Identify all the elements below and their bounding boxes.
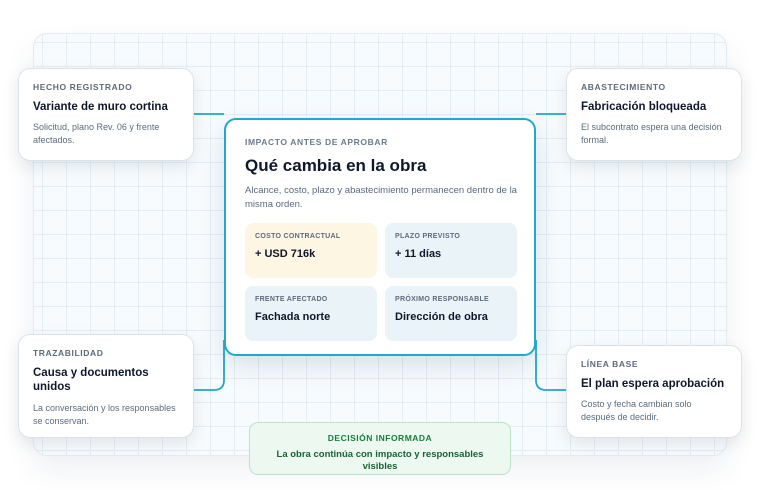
- connector-linea-base: [535, 340, 566, 391]
- connector-trazabilidad: [194, 340, 225, 391]
- impact-tiles: COSTO CONTRACTUAL + USD 716k PLAZO PREVI…: [245, 223, 517, 341]
- card-description: Costo y fecha cambian solo después de de…: [581, 399, 692, 423]
- tile-label: FRENTE AFECTADO: [255, 296, 328, 303]
- decision-badge: DECISIÓN INFORMADA La obra continúa con …: [249, 422, 511, 475]
- card-title: El plan espera aprobación: [581, 378, 725, 390]
- card-abastecimiento[interactable]: ABASTECIMIENTO Fabricación bloqueada El …: [566, 68, 742, 161]
- tile-proximo-responsable: PRÓXIMO RESPONSABLE Dirección de obra: [385, 286, 517, 341]
- tile-costo-contractual: COSTO CONTRACTUAL + USD 716k: [245, 223, 377, 278]
- card-trazabilidad[interactable]: TRAZABILIDAD Causa y documentos unidos L…: [18, 334, 194, 438]
- card-title: Causa y documentos unidos: [33, 367, 149, 394]
- card-title: Variante de muro cortina: [33, 101, 168, 113]
- tile-value: Dirección de obra: [395, 311, 488, 323]
- tile-value: + 11 días: [395, 248, 442, 260]
- tile-frente-afectado: FRENTE AFECTADO Fachada norte: [245, 286, 377, 341]
- impact-description: Alcance, costo, plazo y abastecimiento p…: [245, 185, 517, 210]
- badge-eyebrow: DECISIÓN INFORMADA: [327, 433, 433, 443]
- card-eyebrow: ABASTECIMIENTO: [581, 82, 666, 92]
- card-hecho-registrado[interactable]: HECHO REGISTRADO Variante de muro cortin…: [18, 68, 194, 161]
- badge-text: La obra continúa con impacto y responsab…: [276, 449, 484, 472]
- card-eyebrow: LÍNEA BASE: [581, 359, 639, 369]
- card-title: Fabricación bloqueada: [581, 101, 707, 113]
- card-description: Solicitud, plano Rev. 06 y frente afecta…: [33, 122, 160, 146]
- tile-value: + USD 716k: [255, 248, 316, 260]
- impact-title: Qué cambia en la obra: [245, 156, 427, 175]
- impact-eyebrow: IMPACTO ANTES DE APROBAR: [245, 137, 388, 147]
- card-description: El subcontrato espera una decisión forma…: [581, 122, 722, 146]
- tile-plazo-previsto: PLAZO PREVISTO + 11 días: [385, 223, 517, 278]
- impact-card[interactable]: IMPACTO ANTES DE APROBAR Qué cambia en l…: [224, 118, 536, 356]
- tile-label: PRÓXIMO RESPONSABLE: [395, 296, 489, 303]
- card-linea-base[interactable]: LÍNEA BASE El plan espera aprobación Cos…: [566, 345, 742, 438]
- card-eyebrow: TRAZABILIDAD: [33, 348, 104, 358]
- tile-label: PLAZO PREVISTO: [395, 233, 461, 240]
- card-eyebrow: HECHO REGISTRADO: [33, 82, 133, 92]
- tile-label: COSTO CONTRACTUAL: [255, 233, 341, 240]
- card-description: La conversación y los responsables se co…: [33, 402, 176, 426]
- tile-value: Fachada norte: [255, 311, 331, 323]
